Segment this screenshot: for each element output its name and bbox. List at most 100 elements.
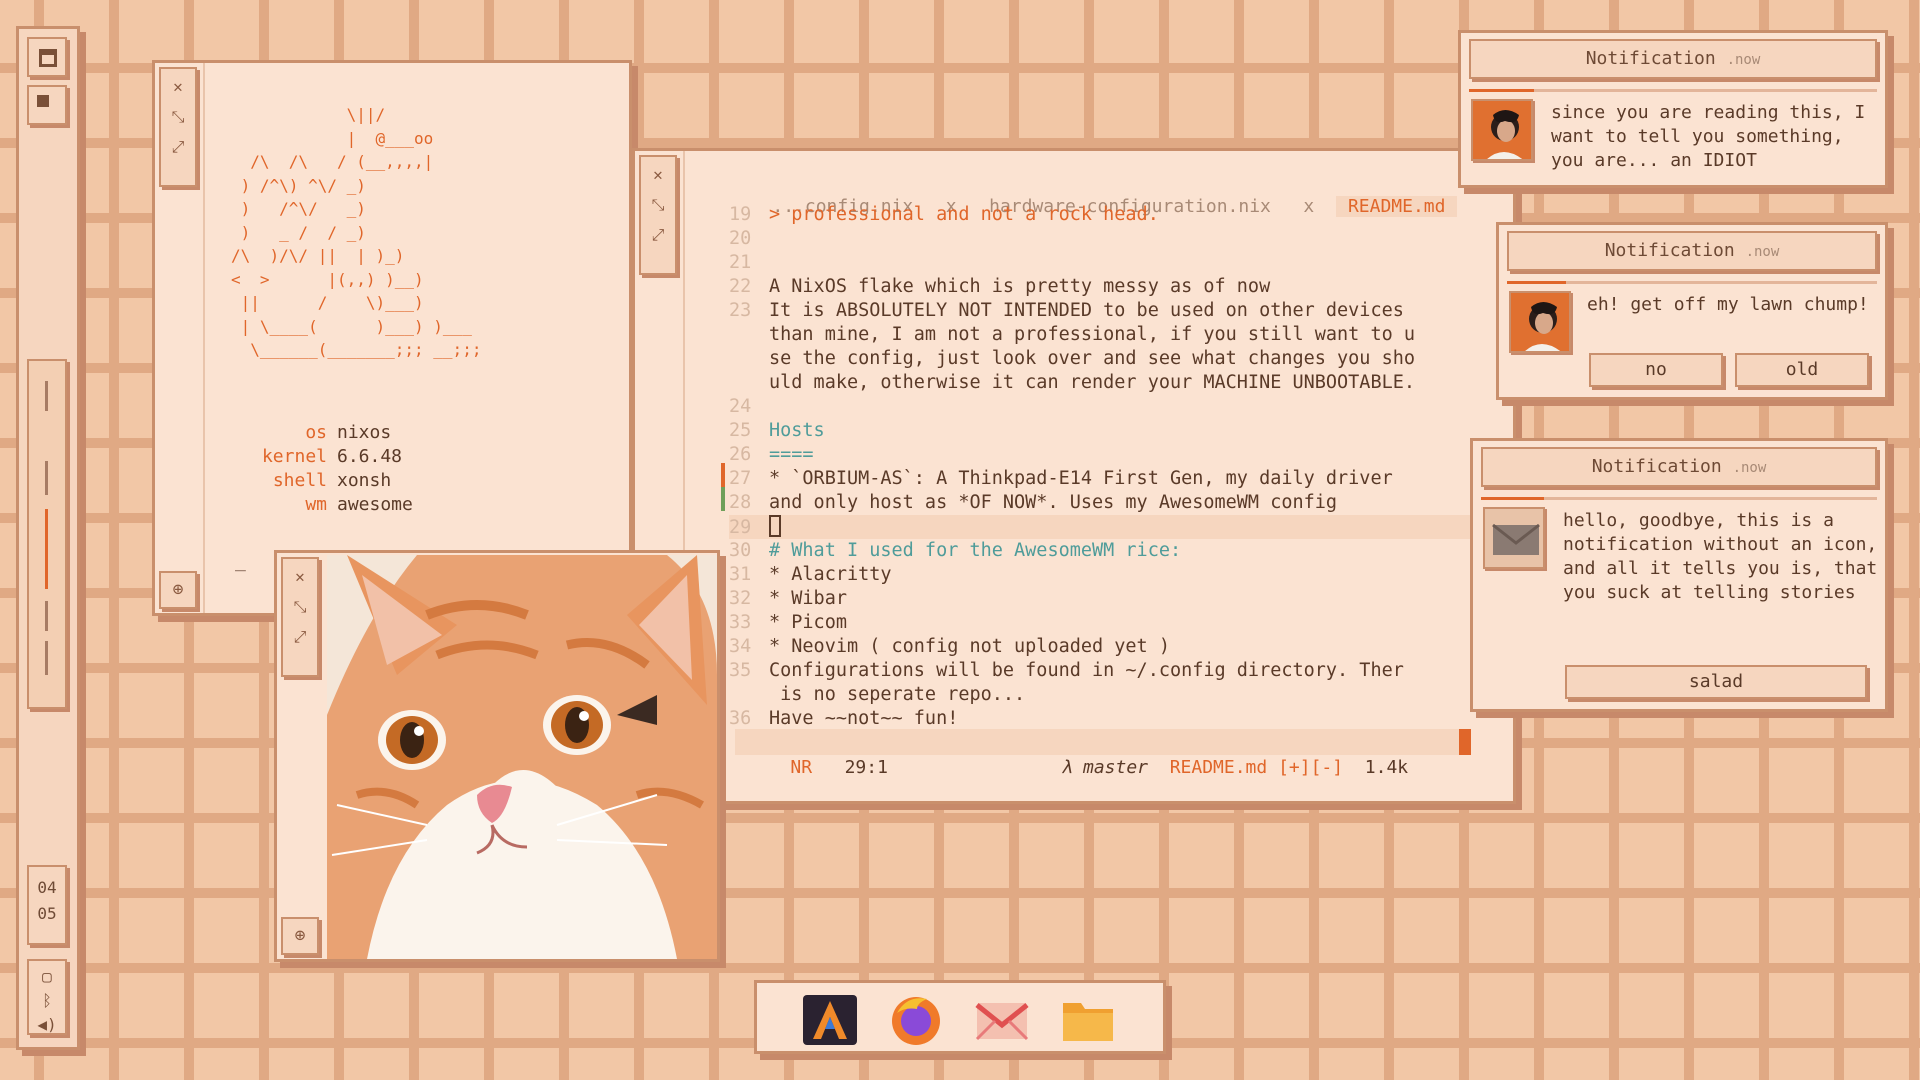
line-number: 33 xyxy=(729,612,752,633)
line-text: than mine, I am not a professional, if y… xyxy=(769,324,1416,345)
code-line[interactable]: 32 * Wibar xyxy=(729,587,1489,611)
line-number: 25 xyxy=(729,420,752,441)
code-line[interactable]: 24 xyxy=(729,395,1489,419)
close-icon[interactable]: ✕ xyxy=(166,75,190,99)
avatar xyxy=(1509,291,1571,353)
editor-buffer[interactable]: 19 > professional and not a rock head. 20 2… xyxy=(729,203,1489,731)
notification-body: since you are reading this, I want to te… xyxy=(1551,102,1866,171)
left-panel: 04 05 ▢ ᛒ ◀) xyxy=(16,26,80,1050)
notification-3[interactable]: Notification .now hello, goodbye, this i… xyxy=(1470,438,1888,712)
line-text: # What I used for the AwesomeWM rice: xyxy=(769,540,1182,561)
line-text: se the config, just look over and see wh… xyxy=(769,348,1416,369)
code-line[interactable]: 22 A NixOS flake which is pretty messy as… xyxy=(729,275,1489,299)
line-text: It is ABSOLUTELY NOT INTENDED to be used… xyxy=(769,300,1404,321)
salad-button[interactable]: salad xyxy=(1565,665,1867,699)
notification-2[interactable]: Notification .now eh! get off my lawn ch… xyxy=(1496,222,1888,400)
editor-window[interactable]: ✕ ⤡ ⤢ ...config.nix x hardware-configura… xyxy=(632,148,1516,804)
text-cursor xyxy=(769,515,781,537)
line-text: > professional and not a rock head. xyxy=(769,204,1159,225)
notification-timeout-bar xyxy=(1469,89,1877,92)
code-line[interactable]: is no seperate repo... xyxy=(729,683,1489,707)
code-line[interactable]: 25 Hosts xyxy=(729,419,1489,443)
maximize-icon[interactable]: ⤢ xyxy=(646,223,670,247)
code-line[interactable]: 28 and only host as *OF NOW*. Uses my Awe… xyxy=(729,491,1489,515)
maximize-icon[interactable]: ⤢ xyxy=(288,625,312,649)
code-line[interactable]: 21 xyxy=(729,251,1489,275)
volume-icon[interactable]: ◀) xyxy=(29,1013,65,1037)
code-line[interactable]: 20 xyxy=(729,227,1489,251)
line-text: * Picom xyxy=(769,612,847,633)
code-line[interactable]: 27 * `ORBIUM-AS`: A Thinkpad-E14 First Ge… xyxy=(729,467,1489,491)
kernel-value: 6.6.48 xyxy=(337,446,403,467)
float-toggle-icon[interactable]: ⊕ xyxy=(281,917,319,955)
os-key: os xyxy=(305,422,327,443)
window-controls: ✕ ⤡ ⤢ xyxy=(281,557,319,677)
git-change-marker xyxy=(721,463,725,487)
dock xyxy=(754,980,1166,1054)
cat-image xyxy=(327,555,717,959)
window-controls: ✕ ⤡ ⤢ xyxy=(639,155,677,275)
line-text: A NixOS flake which is pretty messy as o… xyxy=(769,276,1271,297)
code-line[interactable]: 31 * Alacritty xyxy=(729,563,1489,587)
line-text: * `ORBIUM-AS`: A Thinkpad-E14 First Gen,… xyxy=(769,468,1393,489)
no-button[interactable]: no xyxy=(1589,353,1723,387)
layout-icon xyxy=(39,49,57,67)
clock-hour: 04 xyxy=(37,878,57,897)
line-number: 36 xyxy=(729,708,752,729)
line-number: 30 xyxy=(729,540,752,561)
image-viewer-window[interactable]: ✕ ⤡ ⤢ ⊕ xyxy=(274,550,720,962)
avatar xyxy=(1471,99,1533,161)
code-line[interactable]: 34 * Neovim ( config not uploaded yet ) xyxy=(729,635,1489,659)
terminal-prompt[interactable]: _ xyxy=(235,551,246,572)
line-number: 35 xyxy=(729,660,752,681)
code-line[interactable]: 23 It is ABSOLUTELY NOT INTENDED to be us… xyxy=(729,299,1489,323)
line-number: 24 xyxy=(729,396,752,417)
fetch-terminal-window[interactable]: ✕ ⤡ ⤢ ⊕ \||/ | @___oo /\ /\ / (__,,,,| )… xyxy=(152,60,632,616)
mail-icon[interactable] xyxy=(973,993,1031,1047)
battery-icon[interactable]: ▢ xyxy=(29,965,65,989)
notification-title: Notification .now xyxy=(1507,231,1877,271)
code-line[interactable]: 19 > professional and not a rock head. xyxy=(729,203,1489,227)
line-text: ==== xyxy=(769,444,814,465)
code-line[interactable]: 30 # What I used for the AwesomeWM rice: xyxy=(729,539,1489,563)
code-line[interactable]: than mine, I am not a professional, if y… xyxy=(729,323,1489,347)
line-number: 21 xyxy=(729,252,752,273)
windows-button[interactable] xyxy=(27,85,67,125)
maximize-icon[interactable]: ⤢ xyxy=(166,135,190,159)
minimize-icon[interactable]: ⤡ xyxy=(166,105,190,129)
code-line[interactable]: 29 xyxy=(729,515,1489,539)
old-button[interactable]: old xyxy=(1735,353,1869,387)
code-line[interactable]: 26 ==== xyxy=(729,443,1489,467)
notification-timeout-bar xyxy=(1507,281,1877,284)
alacritty-icon[interactable] xyxy=(801,993,859,1047)
line-text: Have ~~not~~ fun! xyxy=(769,708,959,729)
code-line[interactable]: se the config, just look over and see wh… xyxy=(729,347,1489,371)
taglist-track[interactable] xyxy=(27,359,67,709)
minimize-icon[interactable]: ⤡ xyxy=(288,595,312,619)
line-number: 34 xyxy=(729,636,752,657)
folder-icon[interactable] xyxy=(1059,993,1117,1047)
line-text: is no seperate repo... xyxy=(769,684,1026,705)
wm-key: wm xyxy=(305,494,327,515)
line-text: * Wibar xyxy=(769,588,847,609)
bluetooth-icon[interactable]: ᛒ xyxy=(29,989,65,1013)
layout-button[interactable] xyxy=(27,37,67,77)
close-icon[interactable]: ✕ xyxy=(646,163,670,187)
notification-1[interactable]: Notification .now since you are reading … xyxy=(1458,30,1888,188)
os-value: nixos xyxy=(337,422,392,443)
code-line[interactable]: 36 Have ~~not~~ fun! xyxy=(729,707,1489,731)
minimize-icon[interactable]: ⤡ xyxy=(646,193,670,217)
firefox-icon[interactable] xyxy=(887,993,945,1047)
code-line[interactable]: 33 * Picom xyxy=(729,611,1489,635)
window-controls: ✕ ⤡ ⤢ xyxy=(159,67,197,187)
code-line[interactable]: uld make, otherwise it can render your M… xyxy=(729,371,1489,395)
close-icon[interactable]: ✕ xyxy=(288,565,312,589)
git-add-marker xyxy=(721,487,725,511)
kernel-key: kernel xyxy=(261,446,327,467)
code-line[interactable]: 35 Configurations will be found in ~/.con… xyxy=(729,659,1489,683)
wm-value: awesome xyxy=(337,494,413,515)
line-text: and only host as *OF NOW*. Uses my Aweso… xyxy=(769,492,1338,513)
status-file: README.md [+][-] xyxy=(1169,757,1344,778)
float-toggle-icon[interactable]: ⊕ xyxy=(159,571,197,609)
notification-title: Notification .now xyxy=(1481,447,1877,487)
